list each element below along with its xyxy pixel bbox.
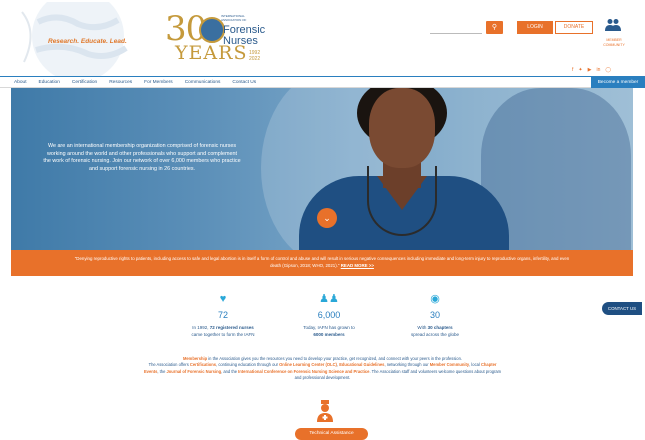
certifications-link[interactable]: Certifications [190, 362, 216, 367]
scroll-down-button[interactable]: ⌄ [317, 208, 337, 228]
main-nav: About Education Certification Resources … [0, 76, 645, 88]
read-more-link[interactable]: READ MORE >> [341, 263, 374, 268]
nurse-icon [317, 400, 333, 422]
technical-assistance-button[interactable]: Technical Assistance [295, 428, 368, 440]
chapter-link[interactable]: Chapter [481, 362, 496, 367]
nurse-face [369, 88, 435, 168]
login-button[interactable]: LOGIN [517, 21, 553, 34]
member-community-icon[interactable] [605, 18, 621, 32]
social-links: f ✦ ▶ in ◯ [572, 67, 611, 73]
nav-certification[interactable]: Certification [72, 79, 97, 86]
nav-resources[interactable]: Resources [109, 79, 132, 86]
hero-text: We are an international membership organ… [43, 143, 241, 172]
search-button[interactable]: ⚲ [486, 21, 503, 34]
contact-us-tab[interactable]: CONTACT US [602, 302, 642, 315]
stat-value: 30 [429, 310, 440, 320]
youtube-icon[interactable]: ▶ [588, 67, 592, 73]
linkedin-icon[interactable]: in [596, 67, 600, 73]
quote-text: "Denying reproductive rights to patients… [74, 256, 570, 268]
stat-chapters: ◉ 30 With 30 chapters spread across the … [380, 292, 490, 338]
membership-link[interactable]: Membership [183, 356, 207, 361]
nav-about[interactable]: About [14, 79, 27, 86]
logo-dates: 1992 2022 [249, 50, 261, 62]
donate-button[interactable]: DONATE [555, 21, 593, 34]
become-member-button[interactable]: Become a member [591, 77, 645, 88]
member-community-text-link[interactable]: Member Community [430, 362, 469, 367]
stethoscope [367, 166, 437, 236]
membership-paragraph: Membership in the Association gives you … [143, 356, 502, 380]
chapter-events-link[interactable]: Events [144, 369, 157, 374]
quote-text-block: "Denying reproductive rights to patients… [71, 256, 573, 269]
logo-nurses: Nurses [223, 35, 258, 47]
instagram-icon[interactable]: ◯ [605, 67, 611, 73]
stat-value: 72 [217, 310, 228, 320]
nav-items: About Education Certification Resources … [14, 79, 268, 86]
tagline: Research. Educate. Lead. [48, 38, 127, 45]
guidelines-link[interactable]: Educational Guidelines [339, 362, 384, 367]
chevron-down-icon: ⌄ [323, 213, 331, 223]
globe-icon: ◉ [430, 293, 440, 305]
site-header: Research. Educate. Lead. 30 YEARS INTERN… [0, 0, 645, 76]
logo-org-small: INTERNATIONAL ASSOCIATION OF [221, 14, 247, 22]
stat-description: Today, IAFN has grown to 6000 members [303, 325, 355, 337]
olc-link[interactable]: Online Learning Center (OLC) [279, 362, 337, 367]
search-input[interactable] [430, 22, 482, 34]
nav-for-members[interactable]: For Members [144, 79, 173, 86]
member-community-link[interactable]: MEMBER COMMUNITY [596, 38, 632, 48]
stat-founding: ♥ 72 In 1992, 72 registered nurses came … [168, 292, 278, 338]
stat-description: With 30 chapters spread across the globe [410, 325, 460, 337]
facebook-icon[interactable]: f [572, 67, 573, 73]
heartbeat-icon: ♥ [219, 293, 227, 305]
twitter-icon[interactable]: ✦ [578, 67, 582, 73]
stat-members: ♟♟ 6,000 Today, IAFN has grown to 6000 m… [274, 292, 384, 338]
conference-link[interactable]: International Conference on Forensic Nur… [238, 369, 369, 374]
nav-contact-us[interactable]: Contact Us [232, 79, 256, 86]
nav-education[interactable]: Education [39, 79, 60, 86]
hero-banner: We are an international membership organ… [11, 88, 633, 250]
stat-description: In 1992, 72 registered nurses came toget… [191, 325, 255, 337]
journal-link[interactable]: Journal of Forensic Nursing [167, 369, 222, 374]
search-icon: ⚲ [491, 24, 498, 31]
stat-value: 6,000 [317, 310, 341, 320]
people-icon: ♟♟ [319, 293, 339, 305]
quote-banner: "Denying reproductive rights to patients… [11, 250, 633, 276]
site-logo[interactable]: 30 YEARS INTERNATIONAL ASSOCIATION OF Fo… [165, 12, 265, 64]
nav-communications[interactable]: Communications [185, 79, 221, 86]
